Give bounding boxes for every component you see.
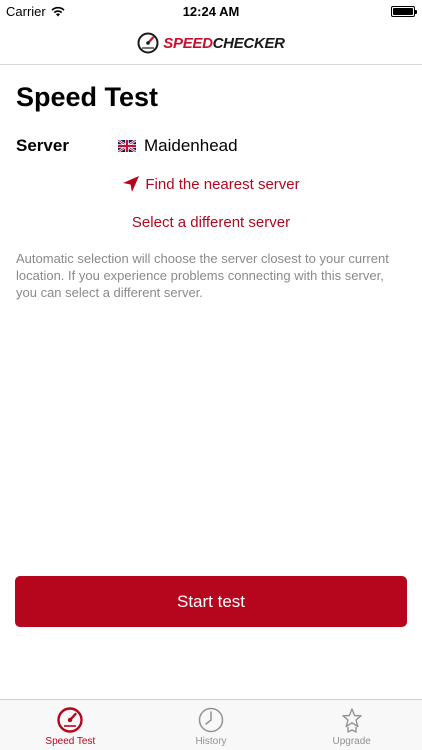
- star-badge-icon: [341, 708, 362, 733]
- find-nearest-label: Find the nearest server: [145, 175, 300, 193]
- tab-speed-test[interactable]: Speed Test: [0, 700, 141, 750]
- clock-icon: [198, 707, 224, 733]
- tab-history-label: History: [195, 736, 227, 747]
- find-nearest-server-button[interactable]: Find the nearest server: [0, 175, 422, 193]
- uk-flag-icon: [118, 140, 136, 152]
- select-different-server-button[interactable]: Select a different server: [0, 214, 422, 231]
- tab-bar: Speed Test History Upgrade: [0, 699, 422, 750]
- server-name: Maidenhead: [144, 136, 238, 155]
- tab-speed-test-label: Speed Test: [45, 736, 96, 747]
- server-row: Server Maidenhead: [16, 136, 406, 158]
- tab-upgrade[interactable]: Upgrade: [281, 700, 422, 750]
- nav-header: SPEEDCHECKER: [0, 22, 422, 65]
- speedchecker-logo: SPEEDCHECKER: [137, 32, 285, 54]
- logo-text: SPEEDCHECKER: [163, 34, 285, 52]
- battery-icon: [391, 6, 417, 17]
- speedometer-icon: [57, 707, 84, 733]
- tab-history[interactable]: History: [141, 700, 282, 750]
- status-time: 12:24 AM: [182, 4, 240, 19]
- page-title: Speed Test: [16, 82, 159, 112]
- start-test-button[interactable]: Start test: [15, 576, 407, 627]
- tab-upgrade-label: Upgrade: [332, 736, 371, 747]
- logo-speed-text: SPEED: [163, 34, 213, 52]
- speedometer-logo-icon: [137, 32, 159, 54]
- server-value: Maidenhead: [118, 136, 238, 156]
- server-selection-description: Automatic selection will choose the serv…: [16, 251, 389, 300]
- server-label: Server: [16, 136, 69, 155]
- logo-checker-text: CHECKER: [212, 34, 285, 52]
- location-arrow-icon: [123, 176, 140, 192]
- status-bar: Carrier 12:24 AM: [0, 0, 422, 22]
